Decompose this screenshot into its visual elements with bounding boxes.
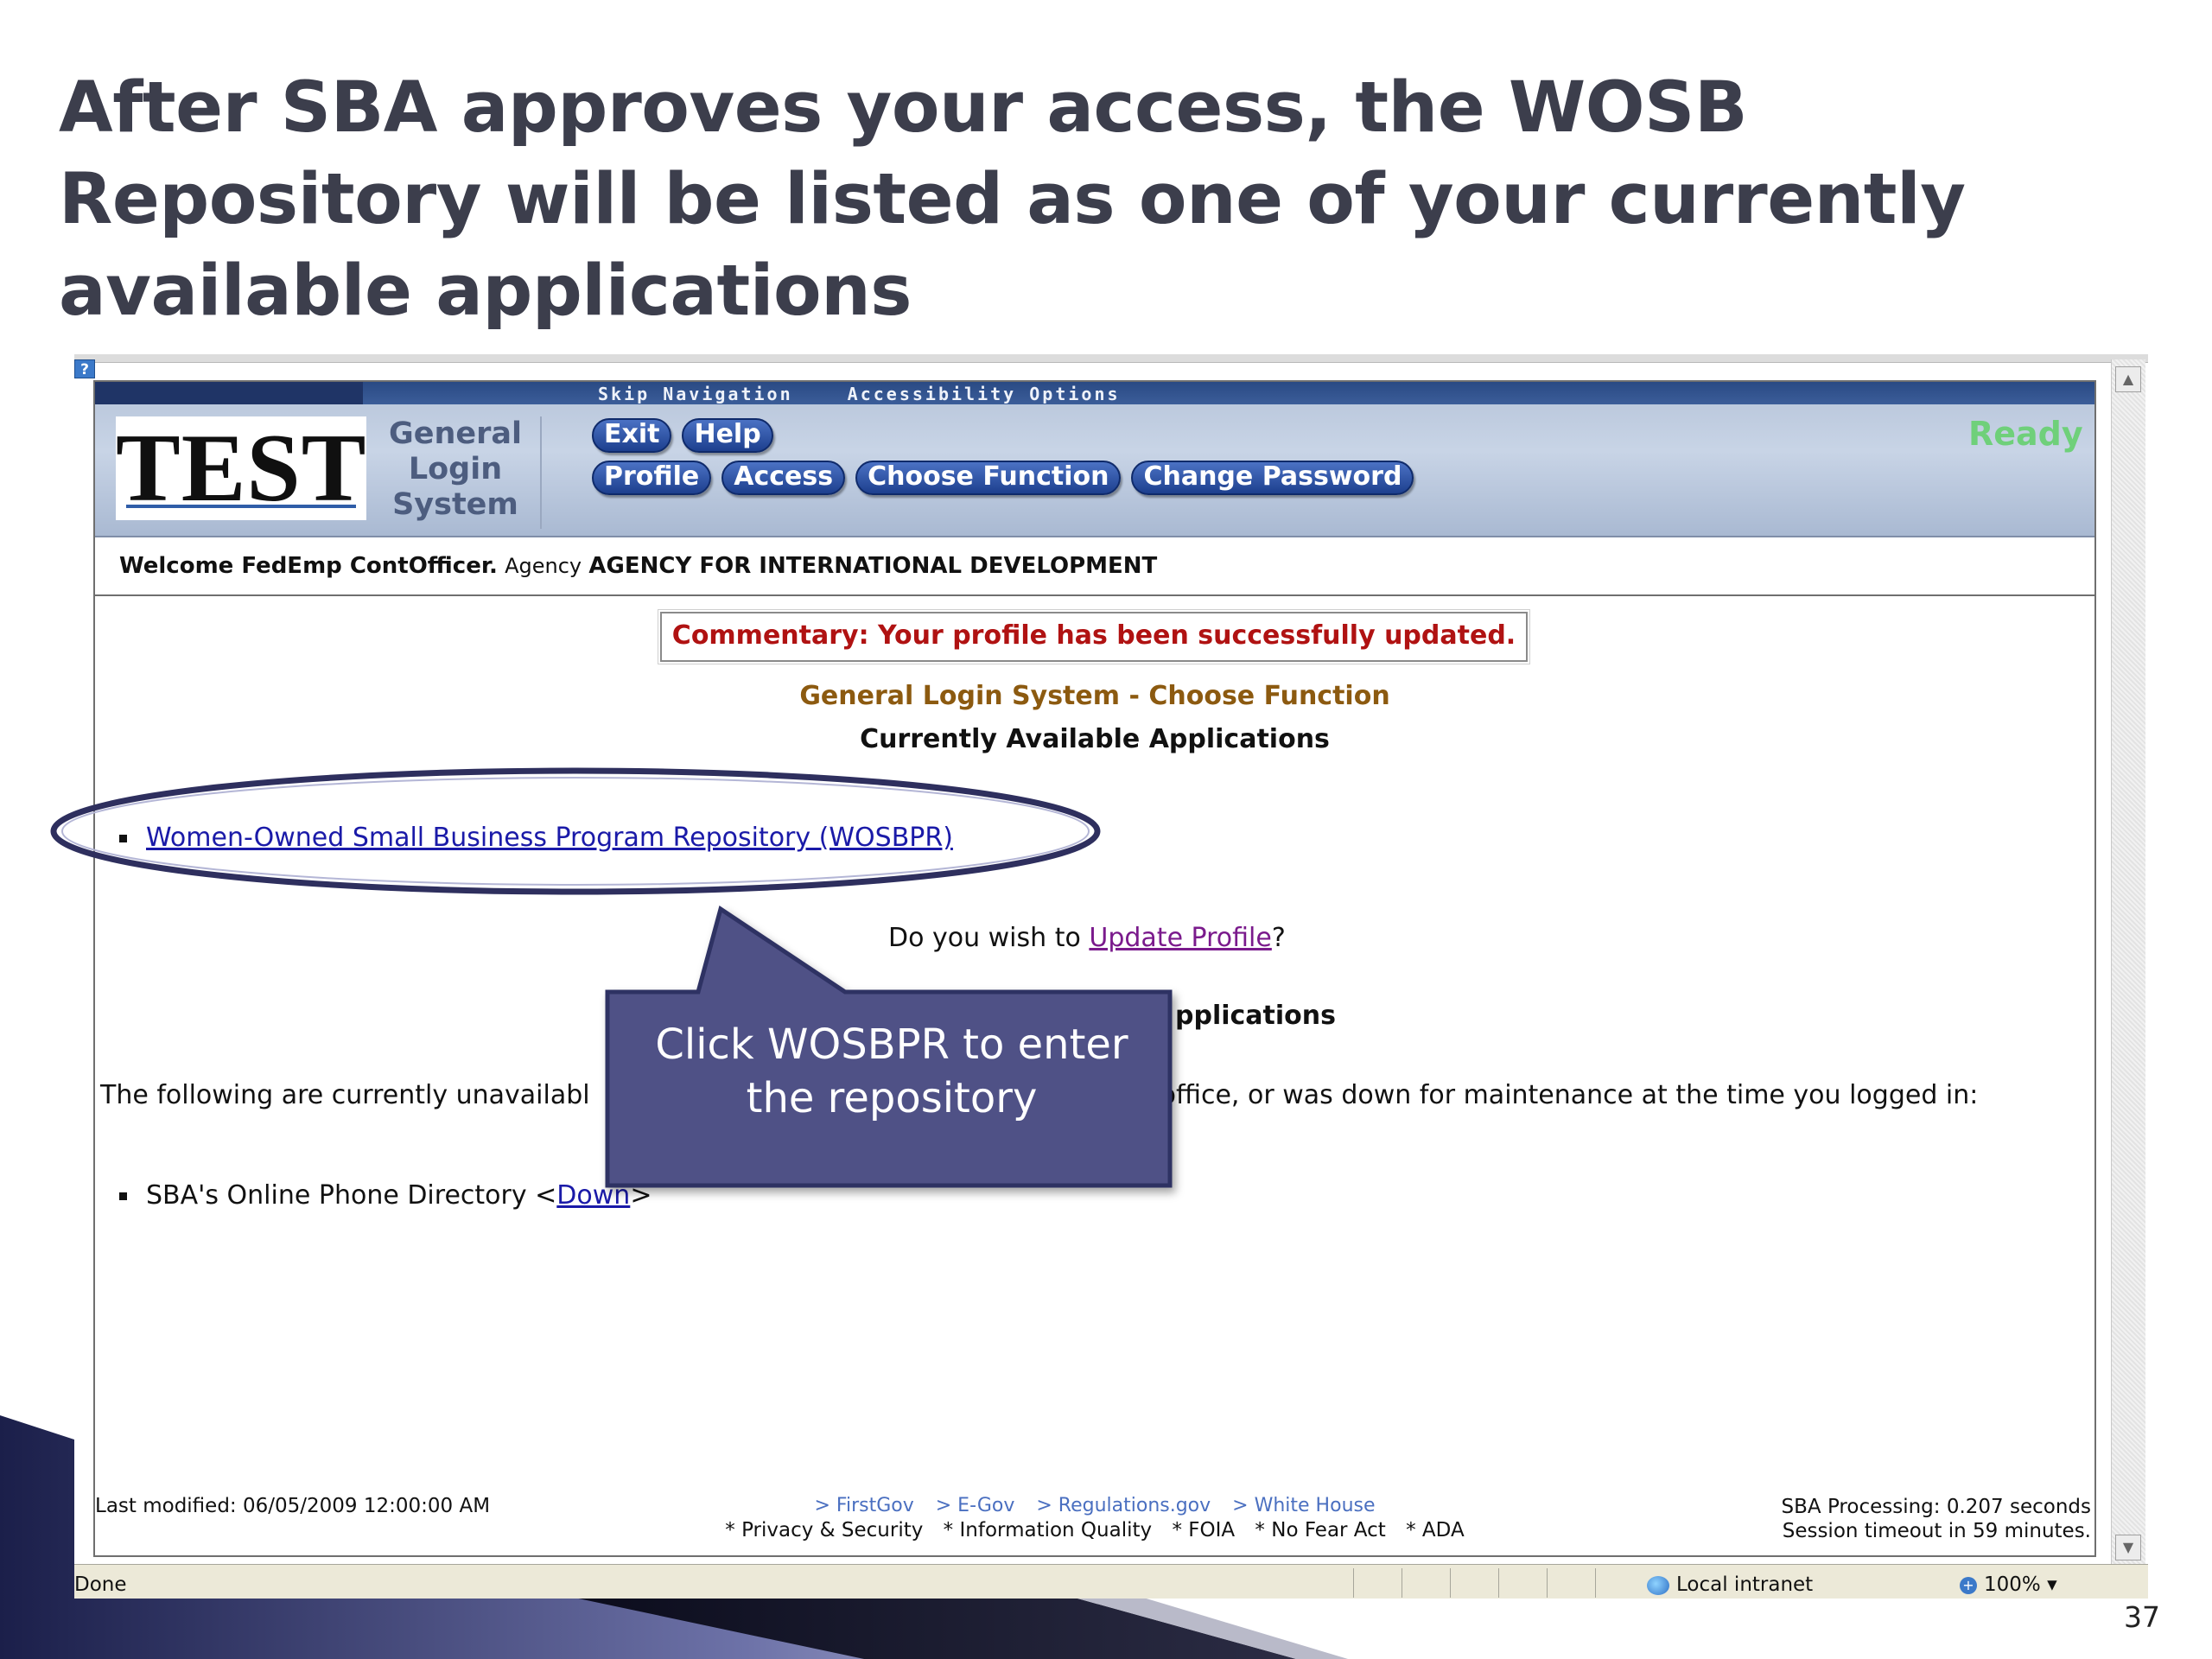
scroll-up-icon[interactable]: ▲ bbox=[2115, 366, 2141, 392]
status-open: < bbox=[535, 1180, 557, 1211]
zone-label: Local intranet bbox=[1676, 1573, 1814, 1596]
unavailable-description-start: The following are currently unavailabl bbox=[100, 1080, 590, 1110]
processing-info: SBA Processing: 0.207 seconds Session ti… bbox=[1782, 1495, 2091, 1543]
update-profile-prefix: Do you wish to bbox=[888, 923, 1081, 953]
skip-navigation-link[interactable]: Skip Navigation bbox=[598, 384, 793, 404]
page-title: General Login System - Choose Function bbox=[799, 681, 1390, 711]
ada-link[interactable]: * ADA bbox=[1406, 1519, 1465, 1541]
nav-row-secondary: Profile Access Choose Function Change Passw… bbox=[592, 461, 1424, 497]
ready-status: Ready bbox=[1968, 415, 2083, 453]
browser-screenshot: ? ▲ ▼ Skip Navigation Accessibility Opti… bbox=[74, 354, 2148, 1599]
top-links: Skip Navigation Accessibility Options bbox=[598, 384, 1162, 404]
browser-status-bar: Done Local intranet +100% ▾ bbox=[74, 1564, 2148, 1599]
foia-link[interactable]: * FOIA bbox=[1172, 1519, 1235, 1541]
welcome-bar: Welcome FedEmp ContOfficer. Agency AGENC… bbox=[95, 539, 2094, 596]
profile-button[interactable]: Profile bbox=[592, 461, 712, 495]
no-fear-act-link[interactable]: * No Fear Act bbox=[1255, 1519, 1385, 1541]
accessibility-options-link[interactable]: Accessibility Options bbox=[848, 384, 1121, 404]
zoom-level: 100% bbox=[1984, 1573, 2041, 1596]
status-cell bbox=[1547, 1568, 1585, 1598]
status-cell bbox=[1402, 1568, 1440, 1598]
security-zone: Local intranet bbox=[1647, 1573, 1813, 1596]
down-status-link[interactable]: Down bbox=[556, 1180, 630, 1211]
test-logo: TEST bbox=[116, 415, 367, 522]
agency-name: AGENCY FOR INTERNATIONAL DEVELOPMENT bbox=[588, 553, 1158, 579]
status-close: > bbox=[630, 1180, 652, 1211]
callout-line: Click WOSBPR to enter bbox=[655, 1020, 1128, 1069]
list-item: SBA's Online Phone Directory <Down> bbox=[119, 1180, 652, 1211]
session-timeout: Session timeout in 59 minutes. bbox=[1782, 1520, 2091, 1542]
commentary-message: Commentary: Your profile has been succes… bbox=[658, 609, 1530, 664]
status-cell bbox=[1353, 1568, 1391, 1598]
status-cell bbox=[1450, 1568, 1488, 1598]
unavailable-applications-heading: pplications bbox=[1175, 1001, 1336, 1031]
list-item: Women-Owned Small Business Program Repos… bbox=[119, 823, 953, 853]
gls-page: Skip Navigation Accessibility Options TE… bbox=[93, 380, 2096, 1557]
welcome-greeting: Welcome FedEmp ContOfficer. bbox=[119, 553, 498, 579]
access-button[interactable]: Access bbox=[721, 461, 846, 495]
zoom-icon: + bbox=[1960, 1576, 1977, 1594]
firstgov-link[interactable]: > FirstGov bbox=[814, 1495, 913, 1516]
change-password-button[interactable]: Change Password bbox=[1131, 461, 1414, 495]
zoom-control[interactable]: +100% ▾ bbox=[1960, 1573, 2057, 1596]
choose-function-button[interactable]: Choose Function bbox=[855, 461, 1122, 495]
vertical-scrollbar[interactable]: ▲ ▼ bbox=[2111, 359, 2145, 1564]
browser-status-text: Done bbox=[74, 1573, 127, 1596]
nav-row-primary: Exit Help bbox=[592, 418, 784, 454]
header-divider bbox=[540, 416, 542, 529]
system-name: General Login System bbox=[382, 416, 529, 523]
privacy-link[interactable]: * Privacy & Security bbox=[725, 1519, 923, 1541]
available-applications-heading: Currently Available Applications bbox=[860, 724, 1330, 754]
white-house-link[interactable]: > White House bbox=[1232, 1495, 1375, 1516]
unavailable-description-end: office, or was down for maintenance at t… bbox=[1160, 1080, 1979, 1110]
system-name-line: General bbox=[389, 416, 522, 451]
scroll-down-icon[interactable]: ▼ bbox=[2115, 1535, 2141, 1560]
status-cell bbox=[1595, 1568, 1633, 1598]
system-name-line: System bbox=[392, 487, 518, 522]
status-cell bbox=[1498, 1568, 1536, 1598]
gls-topbar-accent bbox=[95, 382, 363, 404]
browser-toolbar-edge bbox=[74, 354, 2148, 363]
phone-directory-label: SBA's Online Phone Directory bbox=[146, 1180, 527, 1211]
slide-number: 37 bbox=[2124, 1600, 2160, 1634]
processing-time: SBA Processing: 0.207 seconds bbox=[1781, 1496, 2091, 1518]
gls-header: Skip Navigation Accessibility Options TE… bbox=[95, 382, 2094, 537]
update-profile-suffix: ? bbox=[1271, 923, 1286, 953]
information-quality-link[interactable]: * Information Quality bbox=[944, 1519, 1152, 1541]
slide-title: After SBA approves your access, the WOSB… bbox=[59, 67, 1966, 332]
exit-button[interactable]: Exit bbox=[592, 418, 672, 453]
callout-text: Click WOSBPR to enter the repository bbox=[610, 1018, 1173, 1125]
wosbpr-link[interactable]: Women-Owned Small Business Program Repos… bbox=[146, 823, 953, 853]
bullet-icon bbox=[119, 835, 127, 842]
regulations-link[interactable]: > Regulations.gov bbox=[1036, 1495, 1211, 1516]
update-profile-link[interactable]: Update Profile bbox=[1089, 923, 1271, 953]
callout-line: the repository bbox=[746, 1074, 1038, 1122]
bullet-icon bbox=[119, 1192, 127, 1200]
system-name-line: Login bbox=[408, 452, 503, 486]
gls-topbar: Skip Navigation Accessibility Options bbox=[95, 382, 2094, 404]
intranet-icon bbox=[1647, 1575, 1669, 1595]
help-button[interactable]: Help bbox=[682, 418, 773, 453]
agency-label: Agency bbox=[505, 554, 582, 578]
update-profile-prompt: Do you wish to Update Profile? bbox=[888, 923, 1286, 953]
egov-link[interactable]: > E-Gov bbox=[936, 1495, 1015, 1516]
help-icon[interactable]: ? bbox=[74, 359, 95, 378]
